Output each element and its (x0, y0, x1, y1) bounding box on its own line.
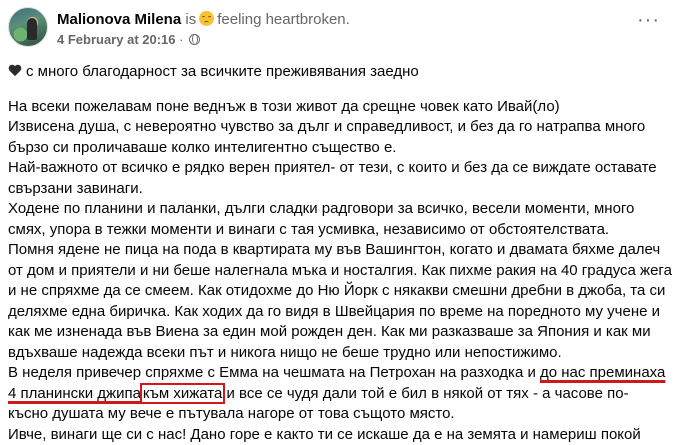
underlined-phrase: 4 планински джипа (8, 385, 141, 402)
post-line: Помня ядене не пица на пода в квартирата… (8, 240, 672, 261)
post-line: и не спряхме да се смеем. Как отидохме д… (8, 281, 672, 302)
post-line: Извисена душа, с невероятно чувство за д… (8, 117, 672, 138)
post-line: Най-важното от всичко е рядко верен прия… (8, 158, 672, 179)
post-line: вдъхваше надежда всеки път и никога нищо… (8, 343, 672, 364)
heartbroken-face-icon (199, 11, 214, 26)
globe-icon[interactable] (189, 34, 200, 45)
intro-text: с много благодарност за всичките преживя… (26, 63, 419, 80)
post-body: с много благодарност за всичките преживя… (8, 62, 672, 445)
intro-line: с много благодарност за всичките преживя… (8, 62, 672, 83)
feeling-text: feeling heartbroken. (217, 11, 350, 28)
more-options-icon[interactable]: ··· (637, 13, 660, 27)
black-heart-icon (8, 65, 22, 77)
avatar-figure (27, 18, 37, 40)
post-date[interactable]: 4 February at 20:16 (57, 32, 176, 47)
post-line: 4 планински джипакъм хижата и все се чуд… (8, 384, 672, 405)
post-meta: 4 February at 20:16 · (57, 32, 200, 48)
post-line: В неделя привечер спряхме с Емма на чешм… (8, 363, 672, 384)
post-line: как ме изненада във Виена за един мой ро… (8, 322, 672, 343)
post-line: деляхме една биричка. Как ходих да го ви… (8, 302, 672, 323)
post-line: Ходене по планини и паланки, дълги сладк… (8, 199, 672, 220)
author-line: Malionova Milena is feeling heartbroken. (57, 10, 350, 29)
post-text: и все се чудя дали той е бил в някой от … (222, 385, 628, 402)
post-line: смях, упора в тежки моменти и винаги с т… (8, 220, 672, 241)
post-line: късно душата му вече е пътувала нагоре о… (8, 404, 672, 425)
boxed-phrase: към хижата (140, 383, 225, 404)
avatar[interactable] (8, 7, 48, 47)
post-line: На всеки пожелавам поне веднъж в този жи… (8, 97, 672, 118)
author-name[interactable]: Malionova Milena (57, 11, 181, 28)
meta-separator: · (179, 32, 183, 47)
post-line: свързани завинаги. (8, 179, 672, 200)
post-line: Ивче, винаги ще си с нас! Дано горе е ка… (8, 425, 672, 445)
underlined-phrase: до нас преминаха (540, 364, 665, 381)
post-header: Malionova Milena isfeeling heartbroken. … (8, 7, 668, 51)
post-line: бързо си проличаваше колко интелигентно … (8, 138, 672, 159)
post-line: от дом и приятели и ни беше налегнала мъ… (8, 261, 672, 282)
post-text: В неделя привечер спряхме с Емма на чешм… (8, 364, 540, 381)
is-text: is (185, 11, 196, 28)
